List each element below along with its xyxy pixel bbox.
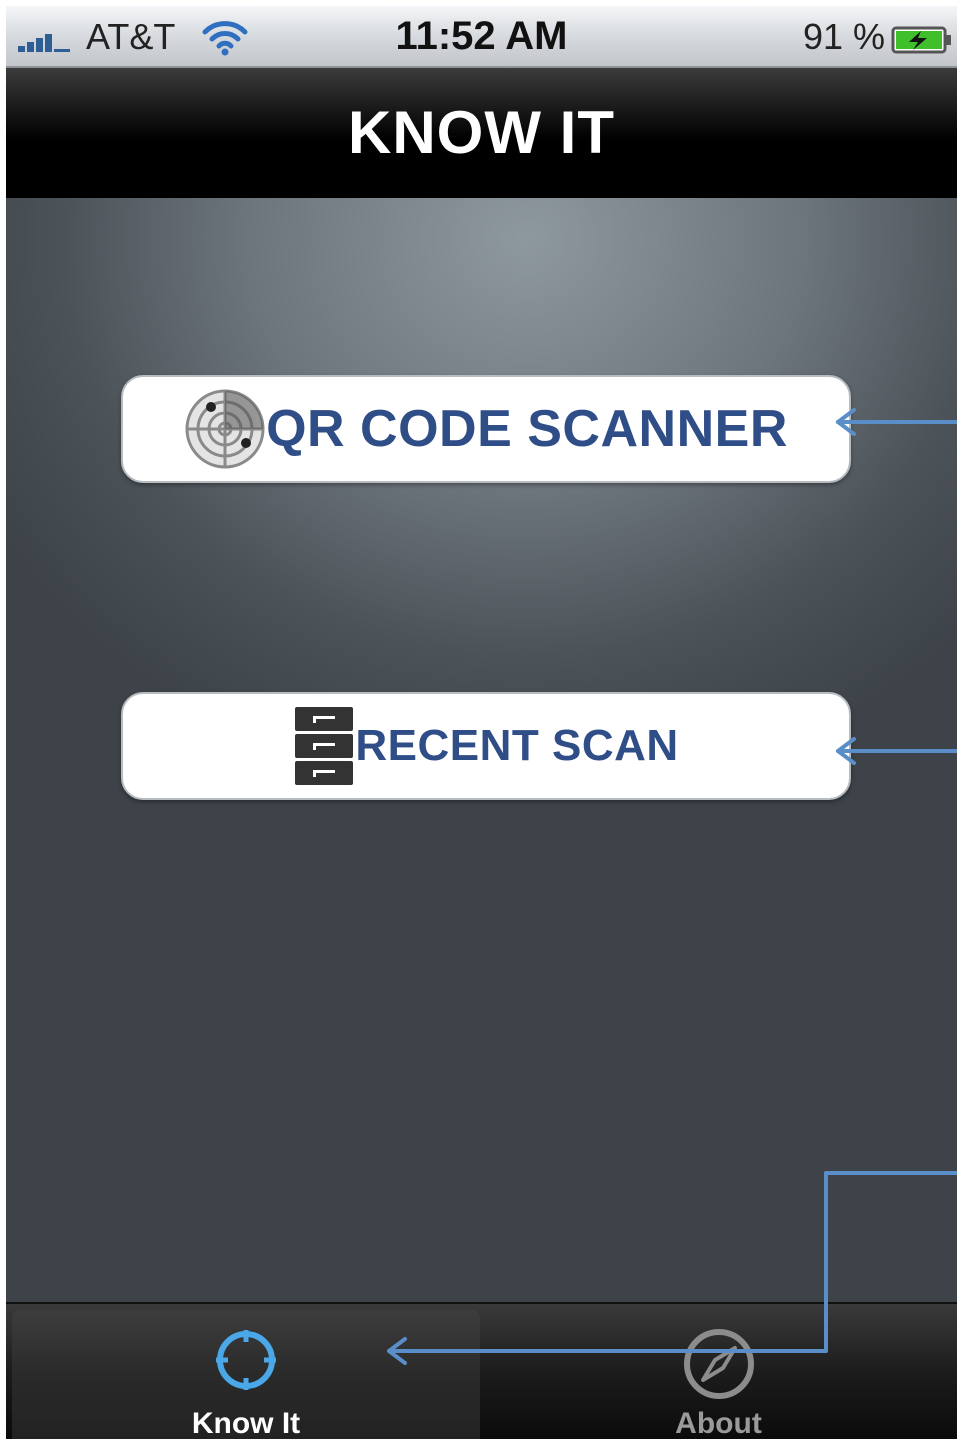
compass-icon <box>683 1329 754 1399</box>
navigation-bar: KNOW IT <box>6 68 957 198</box>
main-content: QR CODE SCANNER RECENT SCAN <box>6 198 957 1303</box>
tab-know-it[interactable]: Know It <box>12 1310 480 1439</box>
page-title: KNOW IT <box>348 99 615 166</box>
recent-scan-label: RECENT SCAN <box>355 721 679 770</box>
tab-about[interactable]: About <box>486 1310 951 1439</box>
status-bar: AT&T 11:52 AM 91 % <box>6 6 957 68</box>
tab-know-it-label: Know It <box>191 1407 301 1439</box>
file-cabinet-icon <box>295 707 354 785</box>
radar-icon <box>185 389 265 469</box>
qr-code-scanner-label: QR CODE SCANNER <box>266 400 788 458</box>
battery-charging-icon <box>891 26 951 54</box>
battery-percentage: 91 % <box>802 16 885 57</box>
crosshair-icon <box>216 1330 276 1390</box>
tab-about-label: About <box>675 1407 762 1439</box>
recent-scan-button[interactable]: RECENT SCAN <box>121 692 851 800</box>
qr-code-scanner-button[interactable]: QR CODE SCANNER <box>121 375 851 483</box>
tab-bar: Know It About <box>6 1302 957 1439</box>
phone-screen: AT&T 11:52 AM 91 % KNOW IT QR CODE SCANN… <box>6 6 957 1439</box>
